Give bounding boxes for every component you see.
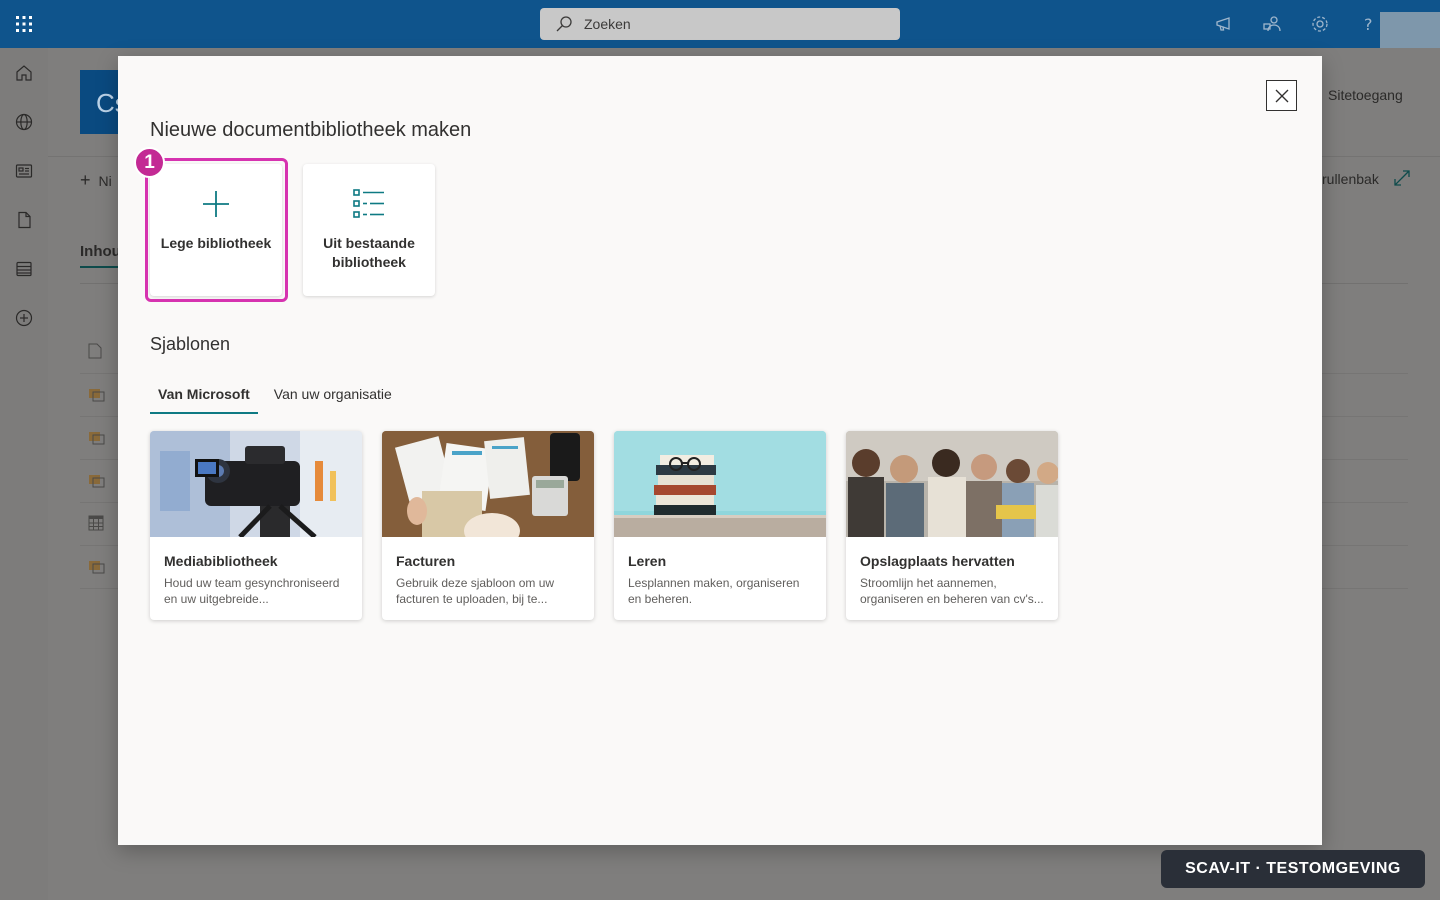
template-name: Leren — [628, 553, 667, 569]
template-image — [846, 431, 1058, 537]
step-badge: 1 — [134, 147, 165, 178]
template-image — [150, 431, 362, 537]
template-card-media[interactable]: Mediabibliotheek Houd uw team gesynchron… — [150, 431, 362, 620]
search-icon — [556, 16, 572, 32]
site-logo: Cs — [80, 70, 128, 134]
library-icon — [88, 472, 106, 493]
site-access-link: Sitetoegang — [1328, 87, 1403, 103]
share-people-icon[interactable] — [1248, 0, 1296, 48]
library-icon — [88, 558, 106, 579]
tab-contents: Inhou — [80, 243, 118, 268]
template-name: Mediabibliotheek — [164, 553, 278, 569]
create-library-dialog: Nieuwe documentbibliotheek maken Lege bi… — [118, 56, 1322, 845]
search-placeholder: Zoeken — [584, 16, 631, 32]
template-name: Opslagplaats hervatten — [860, 553, 1015, 569]
recycle-bin-link: rullenbak — [1322, 171, 1379, 187]
template-image — [614, 431, 826, 537]
template-card-resume[interactable]: Opslagplaats hervatten Stroomlijn het aa… — [846, 431, 1058, 620]
document-icon[interactable] — [0, 195, 48, 244]
template-name: Facturen — [396, 553, 456, 569]
home-icon[interactable] — [0, 48, 48, 97]
environment-watermark: SCAV-IT · TESTOMGEVING — [1161, 850, 1425, 888]
list-icon — [353, 188, 385, 220]
suite-bar: Zoeken ? — [0, 0, 1440, 58]
template-tabs: Van Microsoft Van uw organisatie — [150, 382, 408, 414]
globe-icon[interactable] — [0, 97, 48, 146]
expand-icon — [1394, 170, 1410, 191]
dialog-title: Nieuwe documentbibliotheek maken — [150, 119, 472, 141]
library-icon — [88, 386, 106, 407]
template-image — [382, 431, 594, 537]
template-description: Gebruik deze sjabloon om uw facturen te … — [396, 576, 555, 606]
template-card-learning[interactable]: Leren Lesplannen maken, organiseren en b… — [614, 431, 826, 620]
calendar-icon — [88, 515, 104, 536]
tab-from-organization[interactable]: Van uw organisatie — [266, 382, 400, 414]
option-label: Uit bestaande bibliotheek — [323, 235, 415, 270]
file-icon — [88, 343, 102, 364]
list-app-icon[interactable] — [0, 244, 48, 293]
news-icon[interactable] — [0, 146, 48, 195]
template-card-invoices[interactable]: Facturen Gebruik deze sjabloon om uw fac… — [382, 431, 594, 620]
template-description: Houd uw team gesynchroniseerd en uw uitg… — [164, 576, 340, 606]
close-icon — [1275, 89, 1288, 102]
add-circle-icon[interactable] — [0, 293, 48, 342]
step-highlight — [145, 158, 288, 302]
svg-text:?: ? — [1364, 15, 1373, 33]
template-description: Stroomlijn het aannemen, organiseren en … — [860, 576, 1044, 606]
app-bar — [0, 48, 48, 900]
close-button[interactable] — [1266, 80, 1297, 111]
existing-library-option[interactable]: Uit bestaande bibliotheek — [303, 164, 435, 296]
template-description: Lesplannen maken, organiseren en beheren… — [628, 576, 800, 606]
templates-heading: Sjablonen — [150, 334, 231, 354]
gear-icon[interactable] — [1296, 0, 1344, 48]
new-command: + Ni — [80, 170, 112, 190]
waffle-icon[interactable] — [0, 0, 48, 48]
megaphone-icon[interactable] — [1200, 0, 1248, 48]
search-input[interactable]: Zoeken — [540, 8, 900, 40]
tab-from-microsoft[interactable]: Van Microsoft — [150, 382, 258, 414]
library-icon — [88, 429, 106, 450]
